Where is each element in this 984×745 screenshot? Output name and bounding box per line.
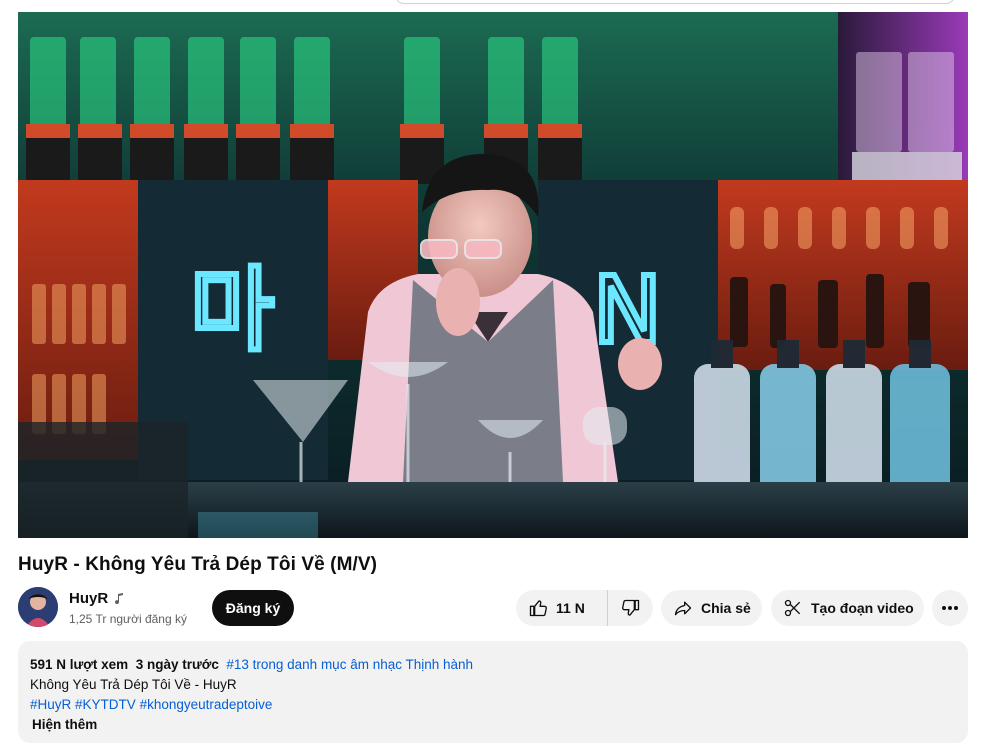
video-title: HuyR - Không Yêu Trả Dép Tôi Về (M/V)	[18, 554, 378, 575]
hashtag-link[interactable]: #HuyR	[30, 697, 71, 712]
thumbs-up-icon	[529, 600, 547, 617]
view-count: 591 N lượt xem	[30, 657, 129, 672]
hashtag-row: #HuyR #KYTDTV #khongyeutradeptoive	[30, 695, 956, 715]
trending-link[interactable]: #13 trong danh mục âm nhạc Thịnh hành	[226, 657, 473, 672]
share-label: Chia sẻ	[701, 600, 751, 616]
show-more-button[interactable]: Hiện thêm	[32, 715, 956, 735]
video-player[interactable]: 마 N	[18, 12, 968, 538]
clip-button[interactable]: Tạo đoạn video	[771, 590, 924, 626]
like-dislike-group: 11 N	[516, 590, 653, 626]
channel-name-row[interactable]: HuyR	[69, 590, 124, 607]
hashtag-link[interactable]: #KYTDTV	[75, 697, 136, 712]
description-line: Không Yêu Trả Dép Tôi Về - HuyR	[30, 677, 237, 692]
share-icon	[674, 601, 692, 616]
description-meta: 591 N lượt xem 3 ngày trước #13 trong da…	[30, 655, 956, 675]
subscribe-button[interactable]: Đăng ký	[212, 590, 294, 626]
thumbs-down-icon	[621, 599, 639, 616]
clip-label: Tạo đoạn video	[811, 600, 914, 616]
search-bar-edge[interactable]	[395, 0, 955, 4]
video-frame: 마 N	[18, 12, 968, 538]
neon-sign-left: 마	[190, 257, 275, 364]
subscriber-count: 1,25 Tr người đăng ký	[69, 612, 187, 626]
channel-name[interactable]: HuyR	[69, 590, 108, 607]
channel-avatar[interactable]	[18, 587, 58, 627]
like-count: 11 N	[556, 600, 585, 616]
music-note-icon	[115, 592, 124, 604]
hashtag-link[interactable]: #khongyeutradeptoive	[140, 697, 273, 712]
upload-date: 3 ngày trước	[135, 657, 219, 672]
more-horizontal-icon	[942, 606, 958, 610]
more-actions-button[interactable]	[932, 590, 968, 626]
scissors-icon	[784, 599, 801, 617]
like-button[interactable]: 11 N	[516, 590, 608, 626]
description-box[interactable]: 591 N lượt xem 3 ngày trước #13 trong da…	[18, 641, 968, 743]
share-button[interactable]: Chia sẻ	[661, 590, 762, 626]
dislike-button[interactable]	[608, 590, 653, 626]
